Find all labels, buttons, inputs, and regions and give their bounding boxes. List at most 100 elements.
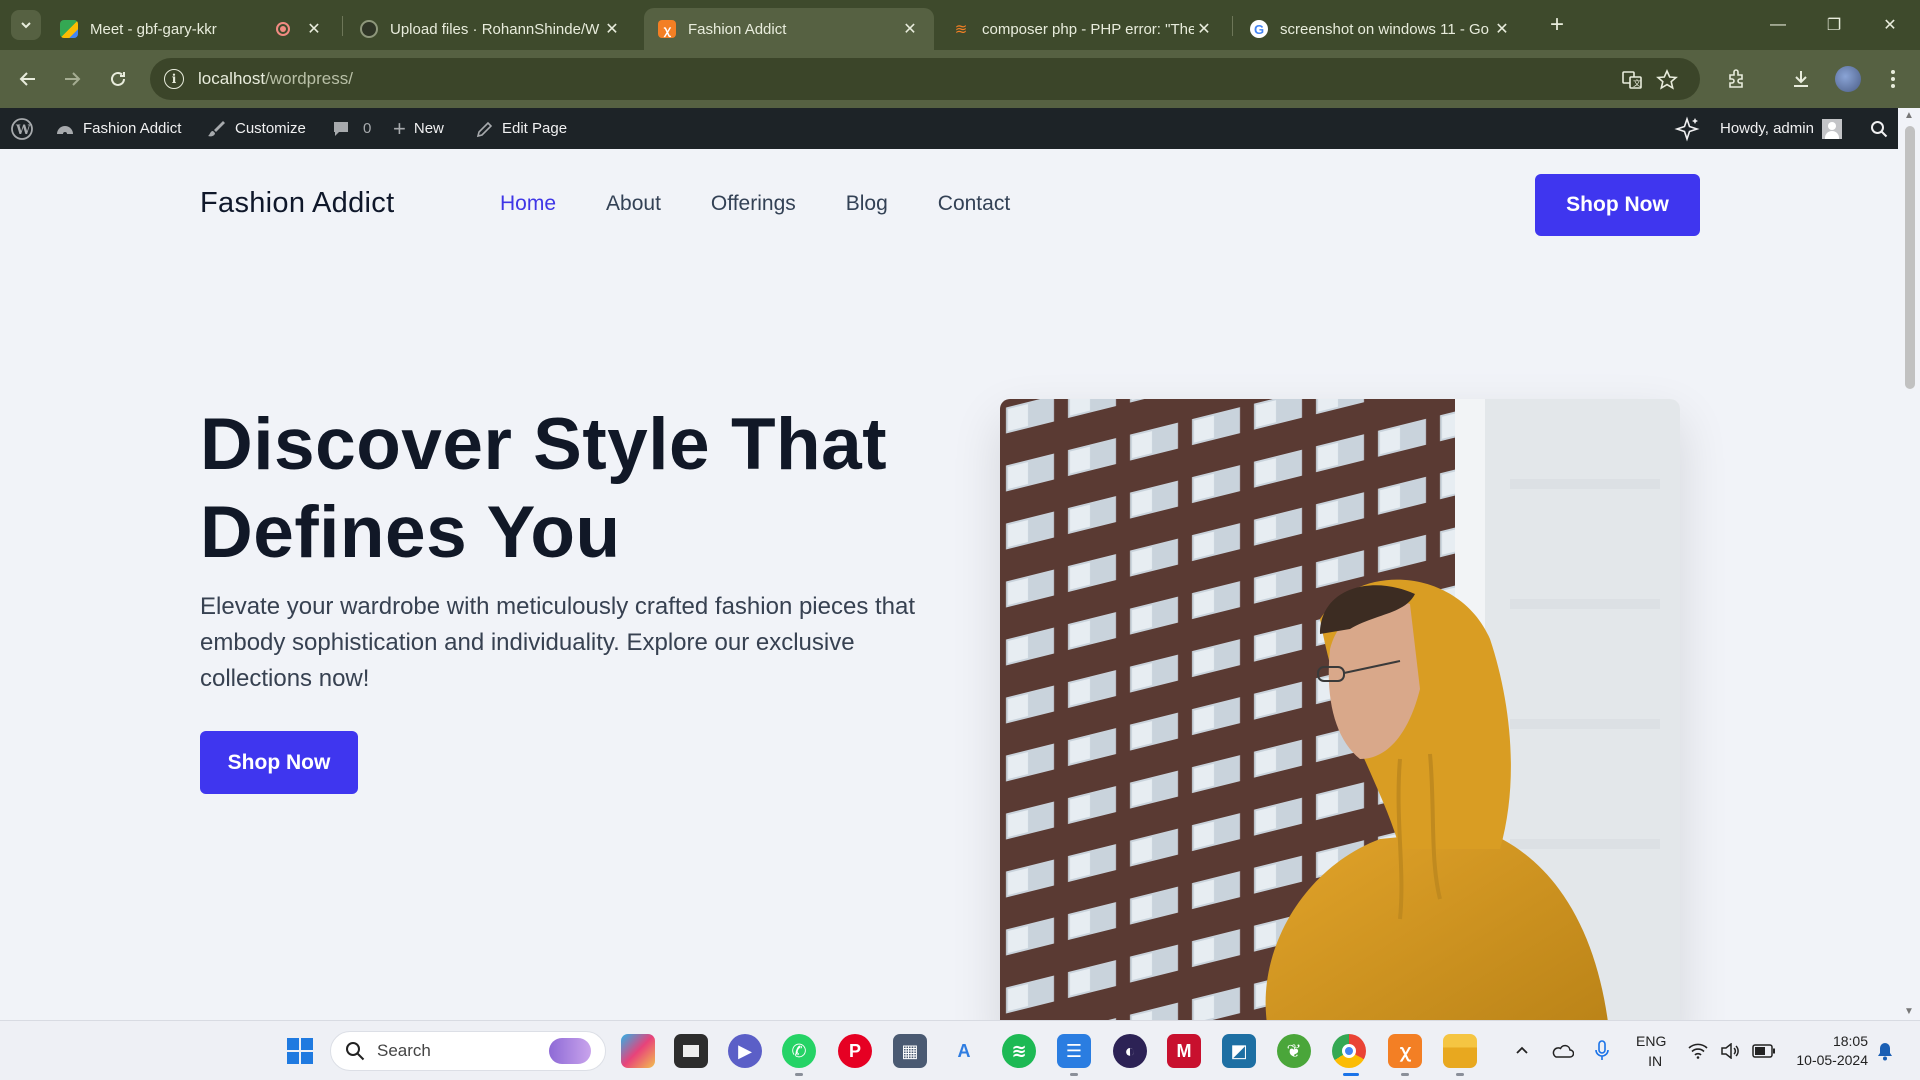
onedrive-icon[interactable]: [1550, 1021, 1574, 1080]
tray-overflow-icon[interactable]: [1514, 1021, 1530, 1080]
wp-customize[interactable]: Customize: [207, 108, 306, 149]
close-tab-icon[interactable]: ✕: [602, 19, 622, 39]
minimize-button[interactable]: —: [1758, 10, 1798, 40]
header-shop-now-button[interactable]: Shop Now: [1535, 174, 1700, 236]
mcafee-icon[interactable]: M: [1167, 1034, 1201, 1068]
chrome-icon[interactable]: [1332, 1034, 1366, 1068]
notepad-icon[interactable]: ☰: [1057, 1034, 1091, 1068]
wifi-icon: [1688, 1043, 1708, 1059]
wp-admin-bar: W Fashion Addict Customize 0 + New Edit …: [0, 108, 1920, 149]
tab-google[interactable]: G screenshot on windows 11 - Go ✕: [1236, 8, 1526, 50]
eclipse-icon[interactable]: ◐: [1113, 1034, 1147, 1068]
microphone-icon[interactable]: [1595, 1021, 1609, 1080]
main-nav: Home About Offerings Blog Contact: [500, 192, 1010, 216]
wp-my-account[interactable]: Howdy, admin: [1720, 108, 1842, 149]
paintbrush-icon: [207, 119, 227, 139]
tab-title: Fashion Addict: [688, 20, 787, 38]
scroll-up-icon[interactable]: ▲: [1903, 110, 1915, 122]
xampp-icon[interactable]: ꭓ: [1388, 1034, 1422, 1068]
translate-icon[interactable]: 文: [1620, 68, 1644, 92]
profile-avatar[interactable]: [1833, 64, 1863, 94]
search-highlight-icon: [549, 1038, 591, 1064]
teams-icon[interactable]: ▶: [728, 1034, 762, 1068]
site-info-icon[interactable]: i: [164, 69, 184, 89]
hero-title: Discover Style That Defines You: [200, 404, 888, 573]
tab-fashion-addict[interactable]: ꭓ Fashion Addict ✕: [644, 8, 934, 50]
search-icon[interactable]: [1870, 108, 1888, 149]
close-tab-icon[interactable]: ✕: [900, 19, 920, 39]
restore-button[interactable]: ❐: [1814, 10, 1854, 40]
mysql-workbench-icon[interactable]: ◩: [1222, 1034, 1256, 1068]
spring-icon[interactable]: ❦: [1277, 1034, 1311, 1068]
arrow-left-icon: [19, 72, 35, 86]
spotify-icon[interactable]: ≋: [1002, 1034, 1036, 1068]
site-brand[interactable]: Fashion Addict: [200, 187, 394, 220]
tab-meet[interactable]: Meet - gbf-gary-kkr ✕: [46, 8, 338, 50]
clock[interactable]: 18:05 10-05-2024: [1782, 1021, 1868, 1080]
avatar: [1821, 118, 1842, 139]
wp-edit-page[interactable]: Edit Page: [476, 108, 567, 149]
nav-about[interactable]: About: [606, 192, 661, 216]
pinterest-icon[interactable]: P: [838, 1034, 872, 1068]
tab-github[interactable]: Upload files · RohannShinde/W ✕: [346, 8, 636, 50]
close-tab-icon[interactable]: ✕: [304, 19, 324, 39]
google-icon: G: [1250, 20, 1268, 38]
copilot-icon[interactable]: [621, 1034, 655, 1068]
reload-button[interactable]: [103, 64, 133, 94]
back-button[interactable]: [13, 64, 43, 94]
bookmark-star-icon[interactable]: [1655, 68, 1679, 92]
file-explorer-icon[interactable]: [1443, 1034, 1477, 1068]
nav-offerings[interactable]: Offerings: [711, 192, 796, 216]
notifications-bell-icon[interactable]: [1876, 1021, 1894, 1080]
tab-stackoverflow[interactable]: ≋ composer php - PHP error: "The ✕: [938, 8, 1228, 50]
sparkle-icon[interactable]: [1674, 108, 1700, 149]
xampp-icon: ꭓ: [658, 20, 676, 38]
svg-text:W: W: [15, 123, 31, 138]
nav-blog[interactable]: Blog: [846, 192, 888, 216]
google-meet-icon: [60, 20, 78, 38]
forward-button[interactable]: [57, 64, 87, 94]
wp-new[interactable]: + New: [393, 108, 444, 149]
quick-settings[interactable]: [1688, 1021, 1776, 1080]
site-page: Fashion Addict Home About Offerings Blog…: [0, 149, 1898, 1020]
close-tab-icon[interactable]: ✕: [1194, 19, 1214, 39]
close-tab-icon[interactable]: ✕: [1492, 19, 1512, 39]
download-icon[interactable]: [1786, 64, 1816, 94]
nav-home[interactable]: Home: [500, 192, 556, 216]
wp-comments[interactable]: 0: [331, 108, 371, 149]
chevron-down-icon: [21, 22, 31, 29]
url-text: localhost/wordpress/: [198, 69, 353, 88]
hero-image: [1000, 399, 1680, 1020]
scroll-down-icon[interactable]: ▼: [1903, 1006, 1915, 1018]
recording-icon: [276, 22, 290, 36]
scrollbar-thumb[interactable]: [1905, 126, 1915, 389]
nav-contact[interactable]: Contact: [938, 192, 1010, 216]
extensions-icon[interactable]: [1722, 64, 1752, 94]
tab-title: Upload files · RohannShinde/W: [390, 20, 600, 38]
calculator-icon[interactable]: ▦: [893, 1034, 927, 1068]
tab-search-button[interactable]: [11, 10, 41, 40]
address-bar[interactable]: i localhost/wordpress/ 文: [150, 58, 1700, 100]
windows-start-icon[interactable]: [283, 1034, 317, 1068]
arrow-right-icon: [65, 72, 81, 86]
hero-subtitle: Elevate your wardrobe with meticulously …: [200, 593, 916, 692]
search-icon: [346, 1042, 365, 1061]
wordpress-logo-icon[interactable]: W: [10, 108, 34, 149]
windows-taskbar: Search ▶ ✆ P ▦ A ≋ ☰ ◐ M ◩ ❦ ꭓ ENG IN 18…: [0, 1020, 1920, 1080]
hero-shop-now-button[interactable]: Shop Now: [200, 731, 358, 794]
close-window-button[interactable]: ✕: [1870, 10, 1910, 40]
wp-site-name[interactable]: Fashion Addict: [55, 108, 181, 149]
taskbar-search[interactable]: Search: [330, 1031, 606, 1071]
language-indicator[interactable]: ENG IN: [1636, 1021, 1666, 1080]
page-scrollbar[interactable]: ▲ ▼: [1898, 108, 1920, 1020]
battery-icon: [1752, 1044, 1775, 1058]
comment-icon: [331, 119, 351, 139]
menu-kebab-icon[interactable]: [1878, 64, 1908, 94]
whatsapp-icon[interactable]: ✆: [782, 1034, 816, 1068]
tab-title: Meet - gbf-gary-kkr: [90, 20, 217, 38]
terminal-icon[interactable]: [674, 1034, 708, 1068]
dashboard-icon: [55, 120, 75, 138]
new-tab-button[interactable]: +: [1544, 11, 1570, 38]
svg-text:文: 文: [1633, 78, 1641, 88]
translator-icon[interactable]: A: [947, 1034, 981, 1068]
